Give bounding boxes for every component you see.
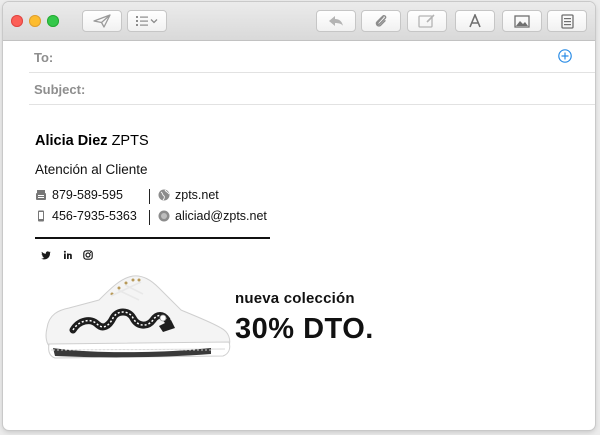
send-icon [93, 14, 111, 28]
globe-icon [158, 189, 170, 201]
contact-divider [149, 189, 150, 204]
phone-number: 879-589-595 [52, 188, 123, 202]
font-button[interactable] [455, 10, 495, 32]
compose-window: To: Subject: Alicia Diez ZPTS Atención a… [3, 2, 595, 430]
website-row: zpts.net [158, 188, 219, 202]
instagram-icon[interactable] [83, 250, 93, 260]
linkedin-icon[interactable] [63, 250, 73, 260]
signature-role: Atención al Cliente [35, 162, 148, 177]
mobile-number: 456-7935-5363 [52, 209, 137, 223]
list-format-icon [136, 16, 158, 26]
signature-divider [35, 237, 270, 239]
email-row: aliciad@zpts.net [158, 209, 267, 223]
stationery-icon [560, 13, 574, 29]
signature-company: ZPTS [111, 133, 149, 149]
add-recipient-icon[interactable] [558, 49, 572, 63]
phone-icon [36, 190, 46, 200]
email-icon [158, 210, 170, 222]
mobile-phone-icon [38, 210, 44, 222]
twitter-icon[interactable] [41, 250, 51, 260]
send-button[interactable] [82, 10, 122, 32]
phone-row: 879-589-595 [35, 188, 123, 202]
minimize-button[interactable] [29, 15, 41, 27]
markup-button[interactable] [407, 10, 447, 32]
signature-name: Alicia Diez [35, 133, 108, 149]
attach-button[interactable] [361, 10, 401, 32]
reply-icon [329, 16, 343, 26]
attachment-icon [375, 14, 387, 27]
sneaker-image [45, 275, 231, 359]
email-link[interactable]: aliciad@zpts.net [175, 209, 267, 223]
close-button[interactable] [11, 15, 23, 27]
zoom-button[interactable] [47, 15, 59, 27]
stationery-button[interactable] [547, 10, 587, 32]
photo-browser-button[interactable] [502, 10, 542, 32]
subject-label: Subject: [34, 82, 86, 97]
promo-discount: 30% DTO. [235, 313, 374, 345]
contact-divider [149, 210, 150, 225]
signature-name-row: Alicia Diez ZPTS [35, 133, 149, 149]
subject-field[interactable]: Subject: [29, 73, 595, 105]
mobile-row: 456-7935-5363 [35, 209, 137, 223]
toolbar [3, 2, 595, 41]
photo-browser-icon [514, 14, 530, 28]
format-list-button[interactable] [127, 10, 167, 32]
reply-button[interactable] [316, 10, 356, 32]
font-icon [469, 14, 481, 28]
website-link[interactable]: zpts.net [175, 188, 219, 202]
to-field[interactable]: To: [29, 41, 595, 73]
promo-subtitle: nueva colección [235, 290, 355, 307]
to-label: To: [34, 50, 54, 65]
markup-icon [418, 14, 435, 28]
